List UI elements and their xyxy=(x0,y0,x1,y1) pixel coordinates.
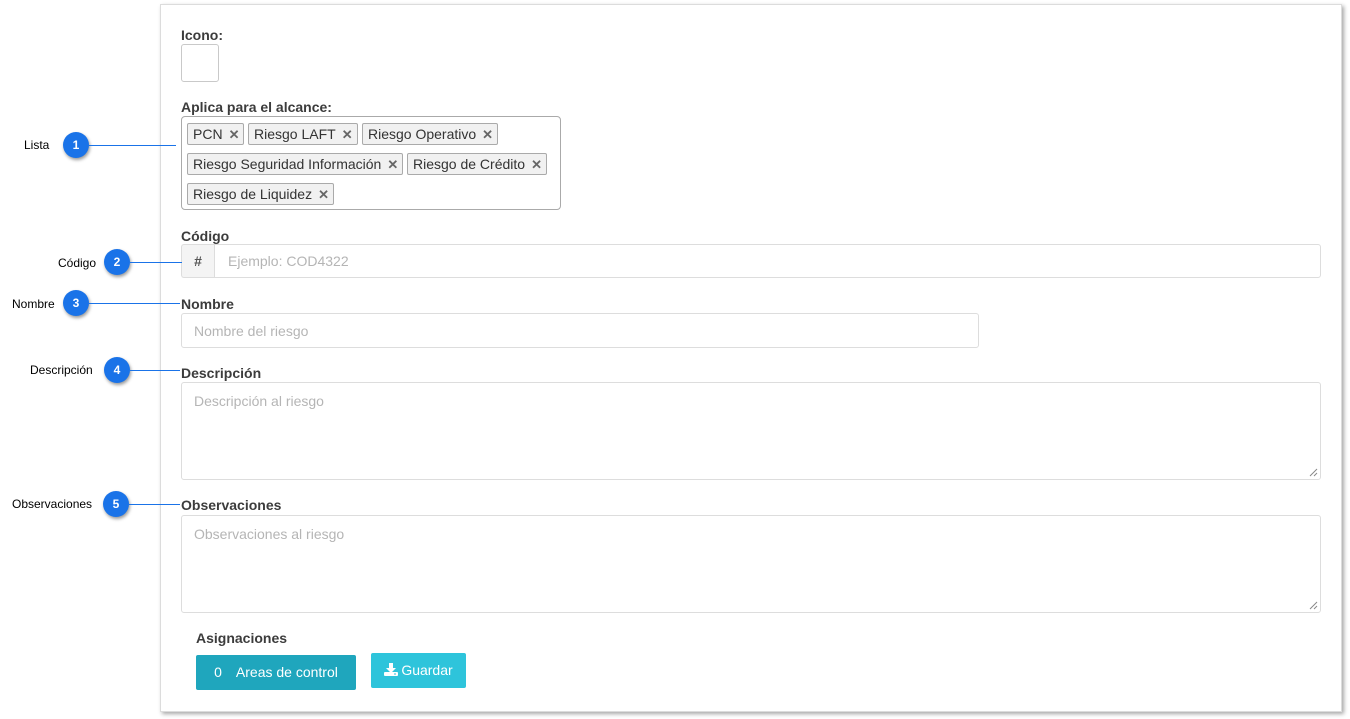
nombre-label: Nombre xyxy=(181,296,234,312)
codigo-label: Código xyxy=(181,228,230,244)
callout-badge-2: 2 xyxy=(104,249,130,275)
callout-line-5 xyxy=(129,504,180,505)
callout-line-4 xyxy=(130,370,180,371)
remove-tag-icon[interactable]: ✕ xyxy=(531,157,542,172)
remove-tag-icon[interactable]: ✕ xyxy=(387,157,398,172)
tag-riesgo-operativo: Riesgo Operativo ✕ xyxy=(362,123,499,145)
guardar-button[interactable]: Guardar xyxy=(371,653,466,688)
download-icon xyxy=(384,663,399,676)
guardar-label: Guardar xyxy=(401,662,453,678)
icon-picker[interactable] xyxy=(181,44,219,82)
tag-riesgo-liquidez: Riesgo de Liquidez ✕ xyxy=(187,183,334,205)
callout-badge-4: 4 xyxy=(104,357,130,383)
codigo-placeholder: Ejemplo: COD4322 xyxy=(228,253,349,269)
descripcion-label: Descripción xyxy=(181,365,262,381)
callout-line-3 xyxy=(89,303,180,304)
callout-line-2 xyxy=(130,262,182,263)
observaciones-textarea[interactable]: Observaciones al riesgo xyxy=(181,515,1321,613)
callout-badge-5: 5 xyxy=(103,491,129,517)
nombre-placeholder: Nombre del riesgo xyxy=(194,323,309,339)
tag-riesgo-seguridad: Riesgo Seguridad Información ✕ xyxy=(187,153,404,175)
remove-tag-icon[interactable]: ✕ xyxy=(229,127,240,142)
tag-riesgo-credito: Riesgo de Crédito ✕ xyxy=(407,153,547,175)
resize-grip-icon[interactable] xyxy=(1309,601,1318,610)
descripcion-textarea[interactable]: Descripción al riesgo xyxy=(181,382,1321,480)
areas-button-label: Areas de control xyxy=(235,664,338,680)
codigo-input[interactable]: Ejemplo: COD4322 xyxy=(214,244,1321,278)
asignaciones-label: Asignaciones xyxy=(196,630,288,646)
tag-label: Riesgo de Crédito xyxy=(413,156,526,172)
callout-label-observaciones: Observaciones xyxy=(12,497,93,511)
callout-badge-3: 3 xyxy=(63,290,89,316)
tag-pcn: PCN ✕ xyxy=(187,123,245,145)
callout-label-descripcion: Descripción xyxy=(30,363,93,377)
tag-label: PCN xyxy=(193,126,223,142)
nombre-input[interactable]: Nombre del riesgo xyxy=(181,313,979,348)
remove-tag-icon[interactable]: ✕ xyxy=(318,187,329,202)
tag-riesgo-laft: Riesgo LAFT ✕ xyxy=(248,123,358,145)
areas-count: 0 xyxy=(214,664,222,680)
tag-label: Riesgo de Liquidez xyxy=(193,186,313,202)
remove-tag-icon[interactable]: ✕ xyxy=(482,127,493,142)
icono-label: Icono: xyxy=(181,27,223,43)
alcance-multiselect[interactable]: PCN ✕ Riesgo LAFT ✕ Riesgo Operativo ✕ Ries… xyxy=(181,116,561,210)
areas-de-control-button[interactable]: 0 Areas de control xyxy=(196,655,356,690)
observaciones-placeholder: Observaciones al riesgo xyxy=(194,526,345,542)
alcance-label: Aplica para el alcance: xyxy=(181,99,332,115)
callout-label-nombre: Nombre xyxy=(12,297,55,311)
tag-label: Riesgo LAFT xyxy=(254,126,336,142)
callout-line-1 xyxy=(89,145,176,146)
callout-badge-1: 1 xyxy=(63,132,89,158)
tag-label: Riesgo Operativo xyxy=(368,126,477,142)
remove-tag-icon[interactable]: ✕ xyxy=(342,127,353,142)
callout-label-codigo: Código xyxy=(58,256,97,270)
descripcion-placeholder: Descripción al riesgo xyxy=(194,393,324,409)
observaciones-label: Observaciones xyxy=(181,497,282,513)
codigo-addon: # xyxy=(181,244,214,278)
callout-label-lista: Lista xyxy=(24,138,50,152)
tag-label: Riesgo Seguridad Información xyxy=(193,156,382,172)
resize-grip-icon[interactable] xyxy=(1309,468,1318,477)
